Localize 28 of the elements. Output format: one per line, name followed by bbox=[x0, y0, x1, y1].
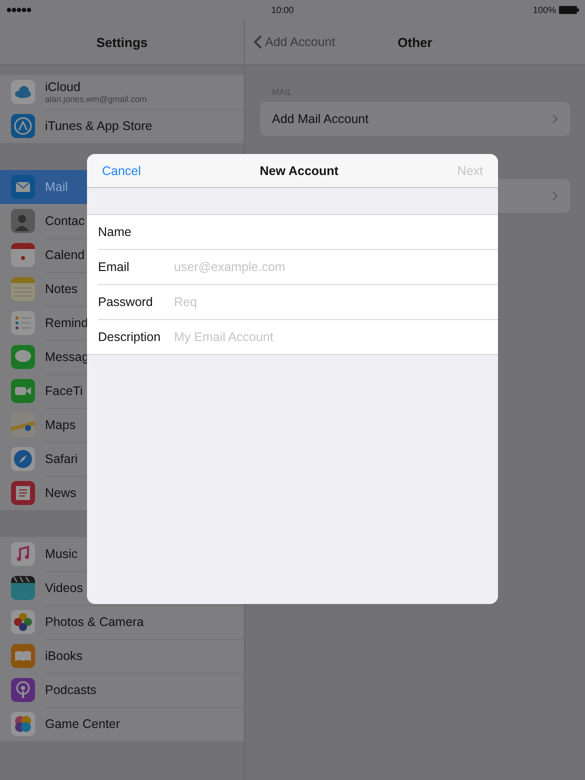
field-label: Password bbox=[98, 295, 154, 309]
item-label: iTunes & App Store bbox=[45, 118, 154, 132]
item-label: Mail bbox=[45, 180, 69, 194]
item-label: Notes bbox=[45, 282, 79, 296]
item-label: Photos & Camera bbox=[45, 614, 145, 628]
sidebar-title: Settings bbox=[0, 20, 244, 65]
item-label: iCloud bbox=[45, 80, 82, 94]
row-label: Add Mail Account bbox=[272, 112, 370, 126]
item-label: Contac bbox=[45, 214, 86, 228]
item-subtitle: alan.jones.wm@gmail.com bbox=[45, 94, 148, 104]
field-label: Description bbox=[98, 330, 162, 344]
item-label: Maps bbox=[45, 418, 77, 432]
item-label: iBooks bbox=[45, 648, 84, 662]
item-label: Calend bbox=[45, 248, 86, 262]
field-label: Email bbox=[98, 260, 130, 274]
item-label: Game Center bbox=[45, 716, 122, 730]
item-label: Remind bbox=[45, 316, 90, 330]
status-time: 10:00 bbox=[270, 5, 295, 15]
item-label: Music bbox=[45, 546, 79, 560]
field-label: Name bbox=[98, 225, 132, 239]
battery-percent: 100% bbox=[532, 5, 556, 15]
item-label: Safari bbox=[45, 452, 79, 466]
dialog-title: New Account bbox=[258, 164, 340, 178]
item-label: FaceTi bbox=[45, 384, 84, 398]
item-label: News bbox=[45, 486, 78, 500]
item-label: Videos bbox=[45, 580, 84, 594]
item-label: Podcasts bbox=[45, 682, 98, 696]
page-title: Other bbox=[398, 34, 432, 50]
